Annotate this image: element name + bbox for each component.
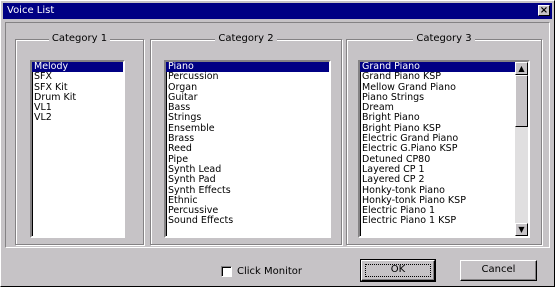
list-item[interactable]: Electric Piano 1 KSP xyxy=(360,216,515,227)
category-2-list[interactable]: Piano Percussion Organ Guitar Bass Strings Ens… xyxy=(164,60,331,238)
category-1-group: Category 1 Melody SFX SFX Kit Drum Kit VL1 VL… xyxy=(15,33,144,245)
close-icon: × xyxy=(539,5,549,16)
click-monitor-checkbox[interactable]: Click Monitor xyxy=(221,264,302,278)
cancel-button-label: Cancel xyxy=(481,264,516,275)
ok-button[interactable]: OK xyxy=(360,259,436,282)
list-item[interactable]: VL2 xyxy=(32,113,123,124)
window-title: Voice List xyxy=(7,5,55,16)
category-3-group: Category 3 Grand Piano Grand Piano KSP Mel… xyxy=(346,33,542,245)
close-button[interactable]: × xyxy=(538,5,550,16)
category-3-scrollbar[interactable]: ▲ ▼ xyxy=(515,62,528,236)
category-3-label: Category 3 xyxy=(413,33,475,44)
checkbox-box[interactable] xyxy=(221,265,232,277)
focus-rectangle xyxy=(365,264,431,277)
list-item[interactable]: Sound Effects xyxy=(166,216,329,227)
category-3-list[interactable]: Grand Piano Grand Piano KSP Mellow Grand P… xyxy=(358,60,530,238)
title-bar[interactable]: Voice List × xyxy=(3,3,552,19)
category-2-group: Category 2 Piano Percussion Organ Guitar Bas… xyxy=(150,33,342,245)
category-1-label: Category 1 xyxy=(48,33,111,44)
list-item[interactable]: Guitar xyxy=(166,92,329,103)
category-1-list[interactable]: Melody SFX SFX Kit Drum Kit VL1 VL2 xyxy=(30,60,125,238)
voice-list-window: Voice List × Category 1 Melody SFX SFX Kit… xyxy=(0,0,555,287)
scroll-up-button[interactable]: ▲ xyxy=(515,62,528,75)
list-item[interactable]: Reed xyxy=(166,144,329,155)
cancel-button[interactable]: Cancel xyxy=(460,260,537,281)
scroll-down-button[interactable]: ▼ xyxy=(515,223,528,236)
scroll-thumb[interactable] xyxy=(515,75,528,127)
arrow-up-icon: ▲ xyxy=(518,64,525,73)
arrow-down-icon: ▼ xyxy=(518,225,525,234)
category-2-label: Category 2 xyxy=(215,33,277,44)
click-monitor-label: Click Monitor xyxy=(237,265,303,277)
